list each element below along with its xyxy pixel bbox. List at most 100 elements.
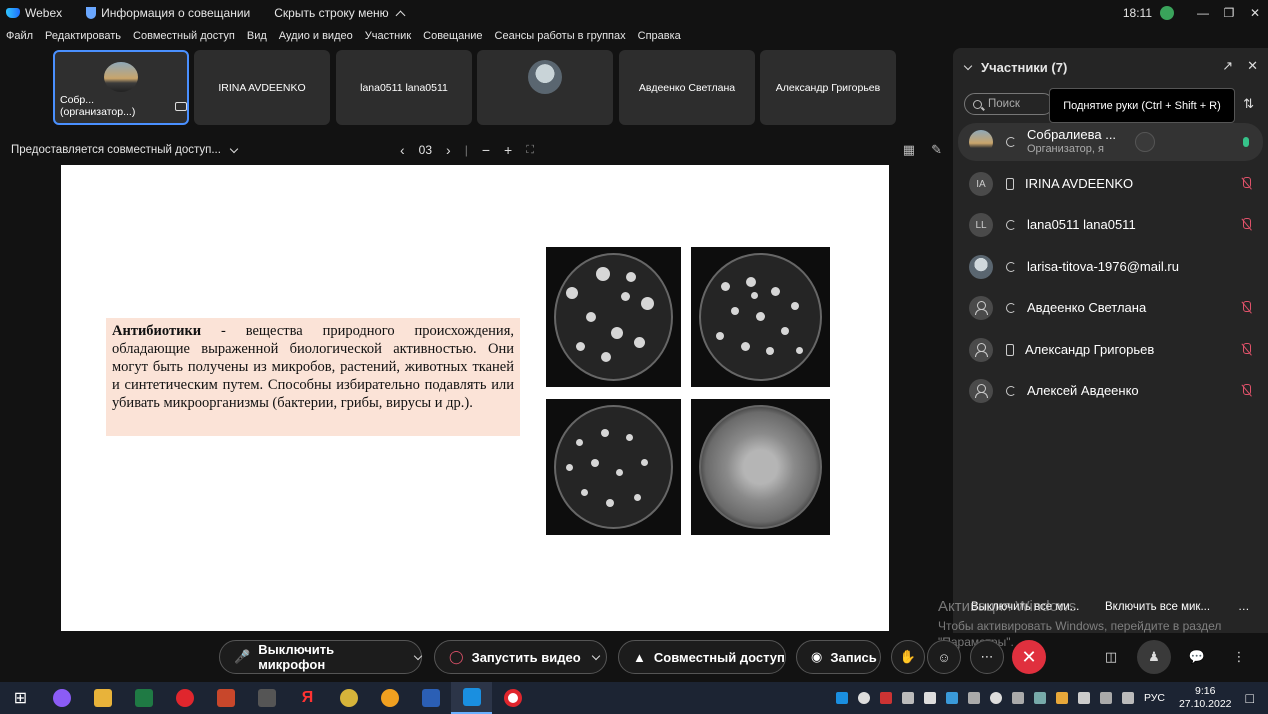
raise-hand-icon[interactable]: ✋: [891, 640, 925, 674]
thumbnail-label: Авдеенко Светлана: [638, 81, 736, 94]
record-button[interactable]: ◉ Запись: [796, 640, 881, 674]
chevron-down-icon[interactable]: [413, 651, 423, 660]
menu-item-share[interactable]: Совместный доступ: [133, 30, 235, 42]
raise-hand-button[interactable]: [1135, 132, 1155, 152]
viewer-icon[interactable]: [328, 682, 369, 714]
app-purple-icon[interactable]: [41, 682, 82, 714]
start-video-button[interactable]: ◯ Запустить видео: [434, 640, 607, 674]
next-page-button[interactable]: ›: [446, 142, 451, 158]
participants-header[interactable]: Участники (7): [963, 60, 1067, 75]
network-health-icon[interactable]: [1160, 6, 1174, 20]
input-language[interactable]: РУС: [1144, 692, 1165, 704]
video-thumbnail[interactable]: Александр Григорьев: [760, 50, 896, 125]
participant-row[interactable]: LL lana0511 lana0511: [958, 206, 1263, 244]
chat-icon[interactable]: 💬: [1180, 640, 1214, 674]
popout-icon[interactable]: ↗: [1222, 58, 1233, 74]
windows-start-icon[interactable]: ⊞: [0, 682, 41, 714]
participant-row[interactable]: Собралиева ... Организатор, я: [958, 123, 1263, 161]
participants-icon[interactable]: ♟: [1137, 640, 1171, 674]
yandex-browser-icon[interactable]: [492, 682, 533, 714]
tray-app-icon[interactable]: [967, 692, 980, 704]
powerpoint-icon[interactable]: [205, 682, 246, 714]
chevron-down-icon[interactable]: [591, 651, 600, 660]
apps-icon[interactable]: ◫: [1094, 640, 1128, 674]
hide-menu-button[interactable]: Скрыть строку меню: [274, 6, 406, 20]
tray-app-icon[interactable]: [1011, 692, 1024, 704]
excel-icon[interactable]: [123, 682, 164, 714]
menu-item-edit[interactable]: Редактировать: [45, 30, 121, 42]
participant-row[interactable]: Авдеенко Светлана: [958, 289, 1263, 327]
more-panels-icon[interactable]: ⋮: [1222, 640, 1256, 674]
zoom-in-button[interactable]: +: [504, 142, 512, 158]
share-source-dropdown[interactable]: Предоставляется совместный доступ...: [11, 144, 239, 156]
video-thumbnail[interactable]: IRINA AVDEENKO: [194, 50, 330, 125]
sort-icon[interactable]: ⇅: [1243, 96, 1254, 112]
participant-row[interactable]: Александр Григорьев: [958, 331, 1263, 369]
webex-logo-icon: [6, 8, 20, 18]
zoom-out-button[interactable]: −: [482, 142, 490, 158]
share-button[interactable]: ▲ Совместный доступ: [618, 640, 786, 674]
microphone-muted-icon[interactable]: [1241, 343, 1251, 357]
minimize-button[interactable]: —: [1190, 6, 1216, 20]
microphone-muted-icon[interactable]: [1241, 301, 1251, 315]
mute-label: Выключить микрофон: [258, 642, 335, 672]
more-options-icon[interactable]: …: [1238, 601, 1250, 613]
tray-battery-icon[interactable]: [1099, 692, 1112, 704]
close-window-button[interactable]: ✕: [1242, 6, 1268, 20]
tray-app-icon[interactable]: [879, 692, 892, 704]
tray-network-icon[interactable]: [1121, 692, 1134, 704]
participant-name: Собралиева ...: [1027, 127, 1117, 142]
browser-icon[interactable]: [369, 682, 410, 714]
tray-webex-icon[interactable]: [835, 692, 848, 704]
microphone-muted-icon[interactable]: [1241, 177, 1251, 191]
reactions-icon[interactable]: ☺: [927, 640, 961, 674]
participant-row[interactable]: larisa-titova-1976@mail.ru: [958, 248, 1263, 286]
microphone-muted-icon[interactable]: [1241, 384, 1251, 398]
tray-yandex-icon[interactable]: [857, 692, 870, 704]
microphone-muted-icon[interactable]: [1241, 218, 1251, 232]
participant-row[interactable]: IA IRINA AVDEENKO: [958, 165, 1263, 203]
menu-item-help[interactable]: Справка: [638, 30, 681, 42]
tray-wifi-icon[interactable]: [989, 692, 1002, 704]
menu-item-breakout[interactable]: Сеансы работы в группах: [495, 30, 626, 42]
layout-grid-icon[interactable]: ▦: [903, 142, 915, 158]
prev-page-button[interactable]: ‹: [400, 142, 405, 158]
participant-row[interactable]: Алексей Авдеенко: [958, 372, 1263, 410]
unmute-all-button[interactable]: Включить все мик...: [1105, 601, 1210, 613]
tray-app-icon[interactable]: [945, 692, 958, 704]
menu-item-audio-video[interactable]: Аудио и видео: [279, 30, 353, 42]
maximize-button[interactable]: ❐: [1216, 6, 1242, 20]
microphone-on-icon[interactable]: [1243, 137, 1249, 147]
avatar-initials: IA: [976, 178, 986, 190]
end-meeting-button[interactable]: ✕: [1012, 640, 1046, 674]
yandex-icon[interactable]: Я: [287, 682, 328, 714]
taskbar-clock[interactable]: 9:16 27.10.2022: [1179, 685, 1232, 711]
annotate-icon[interactable]: ✎: [931, 142, 942, 158]
menu-item-participant[interactable]: Участник: [365, 30, 411, 42]
meeting-info-button[interactable]: Информация о совещании: [86, 6, 250, 20]
mute-button[interactable]: 🎤 Выключить микрофон: [219, 640, 423, 674]
menu-item-view[interactable]: Вид: [247, 30, 267, 42]
file-explorer-icon[interactable]: [82, 682, 123, 714]
tray-shield-icon[interactable]: [923, 692, 936, 704]
participant-search-input[interactable]: Поиск: [964, 93, 1054, 115]
word-icon[interactable]: [410, 682, 451, 714]
fit-screen-icon[interactable]: ⛶: [526, 144, 534, 157]
tray-app-icon[interactable]: [901, 692, 914, 704]
close-panel-icon[interactable]: ✕: [1247, 58, 1258, 74]
calculator-icon[interactable]: [246, 682, 287, 714]
video-thumbnail[interactable]: [477, 50, 613, 125]
more-actions-icon[interactable]: ⋯: [970, 640, 1004, 674]
opera-icon[interactable]: [164, 682, 205, 714]
notifications-icon[interactable]: □: [1246, 690, 1254, 706]
tray-app-icon[interactable]: [1055, 692, 1068, 704]
video-thumbnail-host[interactable]: Собр... (организатор...): [53, 50, 189, 125]
video-thumbnail[interactable]: lana0511 lana0511: [336, 50, 472, 125]
tray-volume-icon[interactable]: [1077, 692, 1090, 704]
webex-taskbar-icon[interactable]: [451, 682, 492, 714]
video-thumbnail[interactable]: Авдеенко Светлана: [619, 50, 755, 125]
menu-item-file[interactable]: Файл: [6, 30, 33, 42]
page-number: 03: [418, 143, 433, 157]
menu-item-meeting[interactable]: Совещание: [423, 30, 482, 42]
tray-bluetooth-icon[interactable]: [1033, 692, 1046, 704]
